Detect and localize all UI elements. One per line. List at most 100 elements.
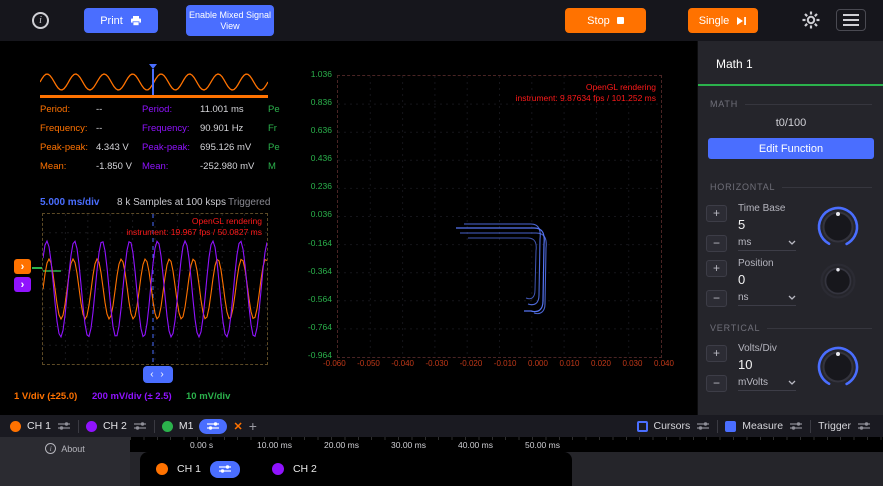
voltsdiv-increment-button[interactable]: + (706, 345, 727, 362)
xy-grid (338, 76, 661, 357)
m1-measure-label: Pe (268, 104, 286, 115)
divider (810, 420, 811, 433)
preview-scroll-bar[interactable] (40, 95, 268, 98)
m1-vdiv-label: 10 mV/div (186, 391, 230, 402)
cursors-checkbox[interactable] (637, 421, 648, 432)
position-increment-button[interactable]: + (706, 260, 727, 277)
ch2-measure-value: 90.901 Hz (200, 123, 268, 134)
gear-icon[interactable] (802, 11, 820, 29)
ch1-settings-icon[interactable] (57, 421, 71, 431)
ch1-color-dot (156, 463, 168, 475)
channel-ch2[interactable]: CH 2 (86, 420, 147, 432)
ch2-measure-label: Frequency: (142, 123, 200, 134)
ch1-offset-handle[interactable]: › (14, 259, 31, 274)
ch1-measure-label: Frequency: (40, 123, 96, 134)
trigger-label: Trigger (818, 420, 851, 432)
m1-close-icon[interactable]: ✕ (233, 420, 242, 433)
trigger-group[interactable]: Trigger (818, 420, 871, 432)
ch1-measure-label: Peak-peak: (40, 142, 96, 153)
x-tick-label: -0.020 (460, 359, 483, 368)
measure-settings-icon[interactable] (789, 421, 803, 431)
position-knob[interactable] (819, 262, 857, 300)
position-value[interactable]: 0 (738, 272, 745, 287)
x-tick-label: -0.060 (323, 359, 346, 368)
cursors-toggle-group[interactable]: Cursors (637, 420, 711, 432)
divider (717, 420, 718, 433)
ch2-offset-handle[interactable]: › (14, 277, 31, 292)
timebase-knob[interactable] (816, 205, 860, 249)
edit-function-label: Edit Function (759, 143, 823, 155)
measure-toggle-group[interactable]: Measure (725, 420, 803, 432)
voltsdiv-unit-select[interactable]: mVolts (738, 377, 796, 391)
measurement-row: Period: -- Period: 11.001 ms Pe (40, 100, 292, 119)
horizontal-scroll-button[interactable]: ‹ › (143, 366, 173, 383)
channel-bar: CH 1 CH 2 M1 ✕ + Cursors Measure (0, 415, 883, 437)
x-tick-label: -0.040 (391, 359, 414, 368)
voltsdiv-knob[interactable] (816, 345, 860, 389)
timebase-increment-button[interactable]: + (706, 205, 727, 222)
print-button[interactable]: Print (84, 8, 158, 33)
ch2-color-dot (86, 421, 97, 432)
m1-measure-label: M (268, 161, 286, 172)
section-math: MATH (710, 99, 872, 109)
app-sidebar-footer: i About ANALOG DEVICES (0, 437, 130, 486)
channel-ch1[interactable]: CH 1 (10, 420, 71, 432)
y-tick-label: 0.636 (311, 126, 332, 135)
xy-plot[interactable]: OpenGL rendering instrument: 9.87634 fps… (337, 75, 662, 358)
waveform-preview[interactable] (40, 70, 268, 94)
ch1-vdiv-label: 1 V/div (±25.0) (14, 391, 77, 402)
voltsdiv-value[interactable]: 10 (738, 357, 752, 372)
voltsdiv-label: Volts/Div (738, 343, 777, 354)
position-unit-select[interactable]: ns (738, 292, 796, 306)
timebase-decrement-button[interactable]: − (706, 235, 727, 252)
channel-m1[interactable]: M1 ✕ + (162, 418, 257, 434)
chevron-down-icon (788, 295, 796, 300)
ch1-measure-value: -1.850 V (96, 161, 142, 172)
divider (154, 420, 155, 433)
time-tick-label: 30.00 ms (391, 440, 458, 450)
m1-label: M1 (179, 420, 194, 432)
m1-measure-label: Pe (268, 142, 286, 153)
x-tick-label: 0.030 (622, 359, 642, 368)
add-channel-icon[interactable]: + (249, 418, 257, 434)
ch2-label: CH 2 (103, 420, 127, 432)
xy-x-axis: -0.060-0.050-0.040-0.030-0.020-0.0100.00… (323, 359, 674, 368)
ch1-label: CH 1 (177, 463, 201, 475)
ch1-settings-toggle[interactable] (210, 461, 240, 478)
preview-wave (40, 74, 268, 90)
voltsdiv-decrement-button[interactable]: − (706, 375, 727, 392)
top-toolbar: i Print Enable Mixed Signal View Stop Si… (0, 0, 883, 41)
section-horizontal: HORIZONTAL (710, 182, 872, 192)
timebase-status: 5.000 ms/div (40, 197, 99, 208)
stop-button[interactable]: Stop (565, 8, 646, 33)
hamburger-menu-icon[interactable] (836, 9, 866, 31)
math-function-text: t0/100 (698, 117, 883, 129)
time-domain-plot[interactable]: OpenGL rendering instrument: 19.967 fps … (42, 213, 268, 365)
info-glyph: i (39, 15, 42, 26)
timebase-value[interactable]: 5 (738, 217, 745, 232)
chevron-down-icon (788, 380, 796, 385)
about-label: About (61, 444, 85, 454)
about-menu-item[interactable]: i About (0, 443, 130, 454)
x-tick-label: 0.040 (654, 359, 674, 368)
cursors-settings-icon[interactable] (696, 421, 710, 431)
edit-function-button[interactable]: Edit Function (708, 138, 874, 159)
trigger-settings-icon[interactable] (857, 421, 871, 431)
timebase-unit-select[interactable]: ms (738, 237, 796, 251)
time-tick-label: 50.00 ms (525, 440, 592, 450)
info-icon[interactable]: i (32, 12, 49, 29)
xy-curve (464, 224, 540, 305)
position-label: Position (738, 258, 774, 269)
measure-checkbox[interactable] (725, 421, 736, 432)
handle-arrow-icon: › (21, 279, 25, 291)
m1-settings-icon (206, 421, 220, 431)
enable-mixed-signal-button[interactable]: Enable Mixed Signal View (186, 5, 274, 36)
y-tick-label: 0.436 (311, 154, 332, 163)
m1-settings-toggle[interactable] (199, 419, 227, 434)
m1-offset-line (32, 267, 42, 269)
ch1-settings-icon (218, 464, 232, 474)
ch2-settings-icon[interactable] (133, 421, 147, 431)
xy-curve (468, 238, 536, 299)
single-button[interactable]: Single (688, 8, 758, 33)
position-decrement-button[interactable]: − (706, 290, 727, 307)
